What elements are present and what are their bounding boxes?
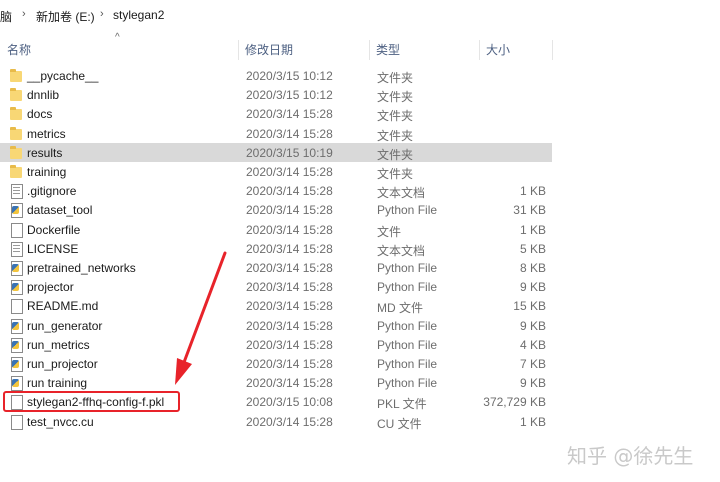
red-arrow-icon xyxy=(175,251,227,385)
watermark: 知乎 @徐先生 xyxy=(567,444,694,468)
